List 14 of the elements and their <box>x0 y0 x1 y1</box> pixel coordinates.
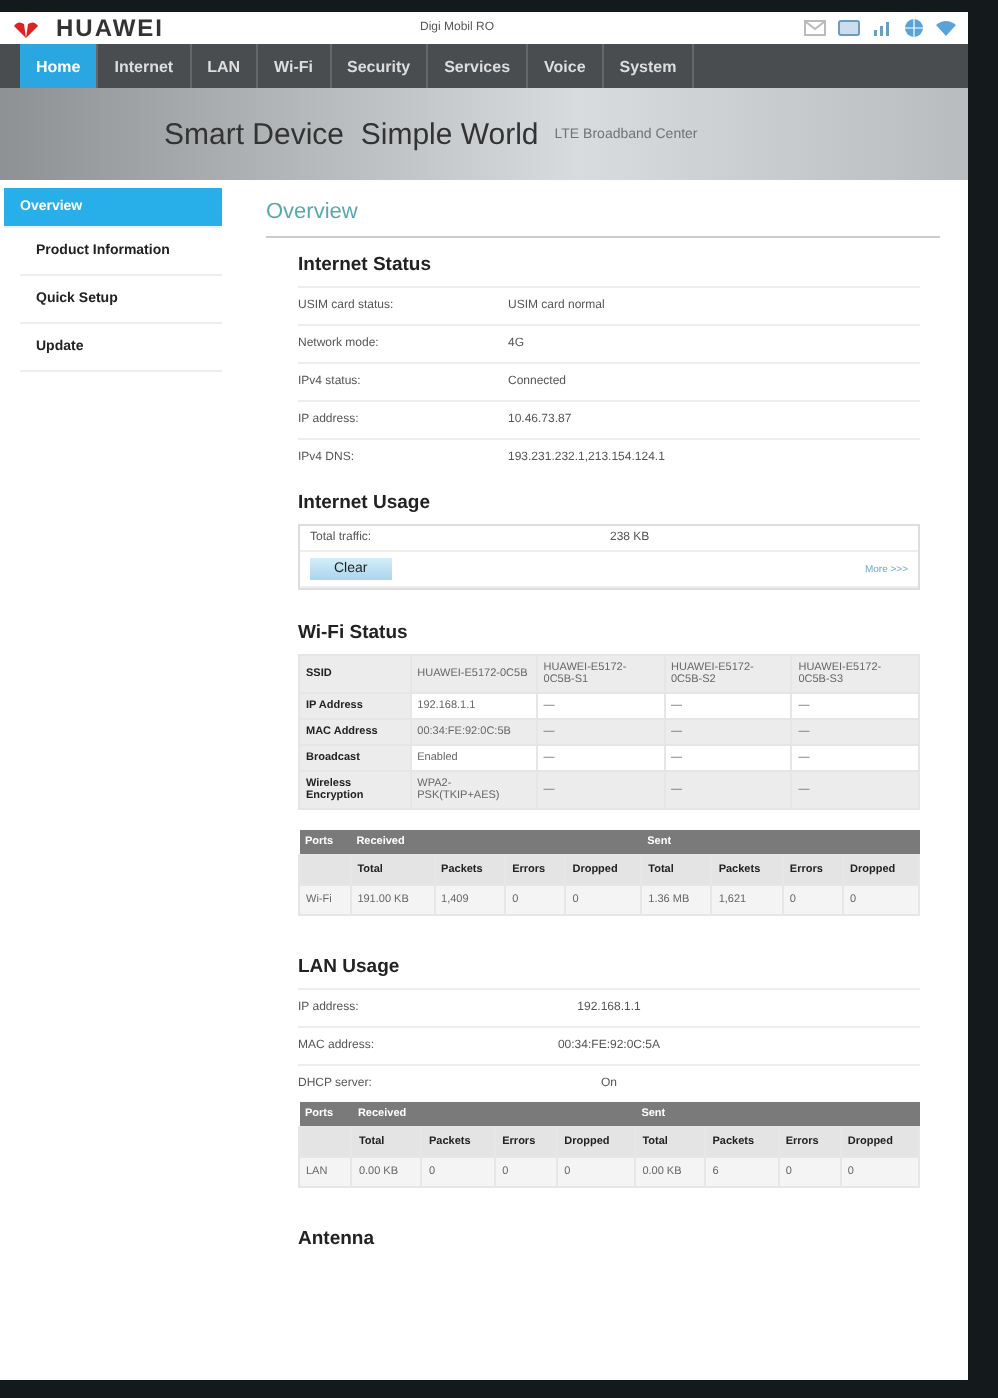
section-title: Internet Status <box>298 252 434 280</box>
section-title: Internet Usage <box>298 490 432 518</box>
brand-name: HUAWEI <box>56 14 164 42</box>
mail-icon[interactable] <box>804 20 826 36</box>
section-title: LAN Usage <box>298 954 402 982</box>
globe-icon <box>904 18 924 38</box>
sim-card-icon <box>838 20 860 36</box>
wifi-icon <box>936 20 956 36</box>
slogan: Smart Device Simple World <box>164 117 539 151</box>
logo-icon <box>12 19 40 37</box>
signal-icon <box>872 20 892 36</box>
section-title: Antenna <box>298 1226 377 1254</box>
page-title: Overview <box>266 200 940 238</box>
section-title: Wi-Fi Status <box>298 620 410 648</box>
